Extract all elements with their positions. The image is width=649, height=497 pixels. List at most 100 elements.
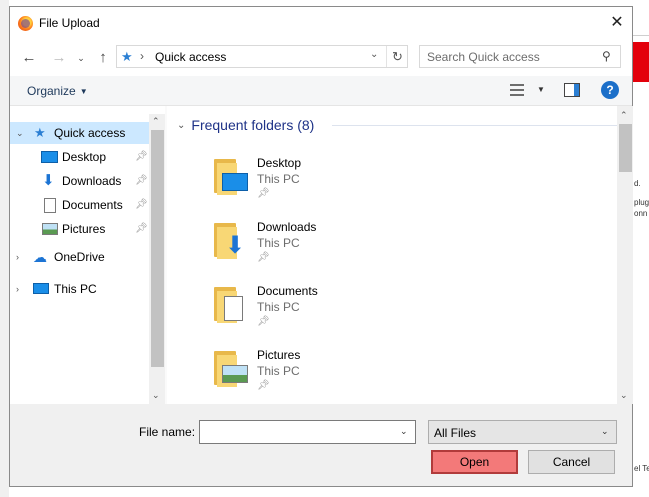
dialog-title: File Upload [39, 16, 100, 30]
background-red-banner [633, 42, 649, 82]
scrollbar-thumb[interactable] [151, 130, 164, 367]
close-icon[interactable]: ✕ [606, 13, 628, 33]
sidebar-item-label: Documents [62, 198, 123, 212]
collapse-chevron-icon[interactable]: ⌄ [16, 122, 24, 144]
desktop-icon [41, 151, 58, 163]
change-view-icon[interactable] [510, 83, 526, 97]
address-dropdown-chevron-icon[interactable]: ⌄ [370, 49, 378, 60]
folder-name: Documents [257, 284, 318, 298]
navigation-scrollbar[interactable]: ⌃ ⌄ [149, 114, 166, 404]
refresh-icon[interactable]: ↻ [386, 46, 408, 67]
sidebar-item-label: Pictures [62, 222, 106, 236]
command-bar: Organize ▼ ▼ ? [10, 76, 632, 106]
quick-access-star-icon: ★ [121, 49, 133, 64]
cancel-button[interactable]: Cancel [528, 450, 615, 474]
firefox-icon [18, 16, 33, 31]
view-options-caret-icon[interactable]: ▼ [537, 85, 545, 94]
pin-icon: 📌︎ [257, 252, 270, 263]
organize-label: Organize [27, 84, 76, 98]
preview-pane-icon[interactable] [564, 83, 580, 97]
pictures-folder-icon [211, 347, 251, 387]
pictures-icon [42, 223, 58, 235]
file-type-dropdown-chevron-icon: ⌄ [601, 426, 609, 436]
expand-chevron-icon[interactable]: › [16, 246, 19, 268]
background-window-left-edge [0, 0, 9, 497]
pin-icon: 📌︎ [257, 316, 270, 327]
background-text: plug [634, 198, 649, 207]
scroll-down-arrow-icon[interactable]: ⌄ [152, 390, 160, 401]
forward-arrow-icon[interactable]: → [50, 49, 68, 67]
folder-tile-downloads[interactable]: ⬇ Downloads This PC 📌︎ [211, 219, 471, 275]
background-text: d. [634, 179, 641, 188]
frequent-folders-header[interactable]: ⌄ Frequent folders (8) [177, 117, 314, 133]
dialog-footer: File name: ⌄ All Files ⌄ Open Cancel [10, 404, 632, 486]
background-text: onn [634, 209, 648, 218]
sidebar-item-label: Quick access [54, 126, 126, 140]
file-name-dropdown-chevron-icon[interactable]: ⌄ [400, 426, 408, 437]
sidebar-item-pictures[interactable]: Pictures 📌︎ [10, 218, 149, 240]
file-upload-dialog: File Upload ✕ ← → ⌄ ↑ ★ › Quick access ⌄… [9, 6, 633, 487]
file-list-pane: ⌄ Frequent folders (8) Desktop This PC 📌︎… [167, 106, 633, 404]
navigation-pane: ⌄ ★ Quick access Desktop 📌︎ ⬇ Downloads … [10, 114, 166, 404]
computer-icon [33, 283, 49, 294]
folder-name: Pictures [257, 348, 301, 362]
folder-tile-desktop[interactable]: Desktop This PC 📌︎ [211, 155, 471, 211]
recent-locations-chevron-icon[interactable]: ⌄ [72, 49, 90, 67]
file-name-input[interactable] [200, 421, 396, 443]
background-text: el Te [634, 464, 649, 473]
up-arrow-icon[interactable]: ↑ [94, 49, 112, 67]
pin-icon[interactable]: 📌︎ [135, 194, 148, 216]
pin-icon[interactable]: 📌︎ [135, 170, 148, 192]
file-type-value: All Files [434, 426, 477, 440]
pin-icon: 📌︎ [257, 188, 270, 199]
file-type-select[interactable]: All Files ⌄ [428, 420, 617, 444]
scroll-up-arrow-icon[interactable]: ⌃ [620, 110, 628, 121]
back-arrow-icon[interactable]: ← [20, 49, 38, 67]
expand-chevron-icon[interactable]: › [16, 278, 19, 300]
address-bar[interactable]: ★ › Quick access ⌄ ↻ [116, 45, 408, 68]
folder-tile-documents[interactable]: Documents This PC 📌︎ [211, 283, 471, 339]
folder-name: Desktop [257, 156, 302, 170]
sidebar-item-label: This PC [54, 282, 97, 296]
sidebar-item-documents[interactable]: Documents 📌︎ [10, 194, 149, 216]
file-name-combobox[interactable]: ⌄ [199, 420, 416, 444]
scroll-up-arrow-icon[interactable]: ⌃ [152, 116, 160, 127]
downloads-folder-icon: ⬇ [211, 219, 251, 259]
pin-icon[interactable]: 📌︎ [135, 146, 148, 168]
sidebar-item-onedrive[interactable]: › ☁ OneDrive [10, 246, 149, 268]
pin-icon: 📌︎ [257, 380, 270, 391]
open-button[interactable]: Open [431, 450, 518, 474]
sidebar-item-this-pc[interactable]: › This PC [10, 278, 149, 300]
sidebar-item-quick-access[interactable]: ⌄ ★ Quick access [10, 122, 149, 144]
sidebar-item-label: Downloads [62, 174, 122, 188]
sidebar-item-label: OneDrive [54, 250, 105, 264]
breadcrumb-chevron-icon[interactable]: › [140, 49, 144, 63]
scroll-down-arrow-icon[interactable]: ⌄ [620, 390, 628, 401]
caret-down-icon: ▼ [79, 87, 88, 96]
folder-location: This PC [257, 172, 300, 186]
scrollbar-thumb[interactable] [619, 124, 632, 172]
folder-location: This PC [257, 236, 300, 250]
group-title: Frequent folders (8) [191, 117, 315, 133]
collapse-chevron-icon[interactable]: ⌄ [177, 120, 185, 131]
file-name-label: File name: [139, 425, 196, 439]
sidebar-item-downloads[interactable]: ⬇ Downloads 📌︎ [10, 170, 149, 192]
help-icon[interactable]: ? [601, 81, 619, 99]
sidebar-item-desktop[interactable]: Desktop 📌︎ [10, 146, 149, 168]
organize-menu-button[interactable]: Organize ▼ [27, 84, 88, 98]
search-icon[interactable]: ⚲ [602, 49, 611, 63]
folder-name: Downloads [257, 220, 317, 234]
pin-icon[interactable]: 📌︎ [135, 218, 148, 240]
background-divider [633, 35, 649, 36]
search-box[interactable]: ⚲ [419, 45, 621, 68]
folder-location: This PC [257, 300, 300, 314]
file-list-scrollbar[interactable]: ⌃ ⌄ [617, 106, 633, 404]
quick-access-star-icon: ★ [34, 125, 46, 140]
document-icon [44, 198, 56, 213]
title-bar[interactable]: File Upload ✕ [10, 7, 632, 39]
search-input[interactable] [420, 46, 596, 67]
breadcrumb-location[interactable]: Quick access [155, 50, 226, 64]
folder-tile-pictures[interactable]: Pictures This PC 📌︎ [211, 347, 471, 403]
desktop-folder-icon [211, 155, 251, 195]
cloud-icon: ☁ [33, 249, 47, 265]
